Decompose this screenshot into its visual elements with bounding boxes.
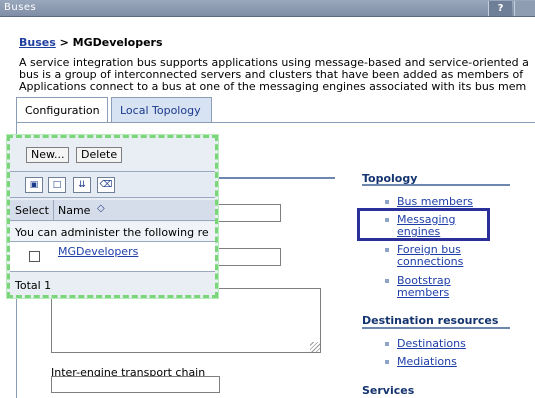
bullet-icon — [385, 200, 389, 204]
delete-button[interactable]: Delete — [76, 147, 123, 163]
bus-members-link[interactable]: Bus members — [397, 196, 473, 208]
section-divider — [212, 177, 335, 179]
expand-filter-icon[interactable]: ⇊ — [73, 177, 91, 193]
foreign-bus-connections-link[interactable]: Foreign bus connections — [397, 244, 463, 268]
bullet-icon — [385, 360, 389, 364]
destinations-link[interactable]: Destinations — [397, 338, 466, 350]
new-button[interactable]: New... — [26, 147, 70, 163]
bullet-icon — [385, 342, 389, 346]
services-heading: Services — [362, 384, 415, 397]
bus-description: A service integration bus supports appli… — [19, 57, 535, 93]
tab-configuration[interactable]: Configuration — [16, 97, 108, 123]
mediations-link[interactable]: Mediations — [397, 356, 457, 368]
admin-note: You can administer the following re — [10, 222, 215, 242]
table-toolbar: ▣ □ ⇊ ⌫ — [10, 171, 215, 198]
topology-divider — [362, 184, 510, 186]
breadcrumb-separator: > — [55, 36, 73, 49]
clear-filter-icon[interactable]: ⌫ — [97, 177, 115, 193]
total-count: Total 1 — [15, 279, 52, 292]
select-column-header: Select — [15, 204, 49, 217]
breadcrumb-current: MGDevelopers — [72, 36, 163, 49]
select-all-icon[interactable]: ▣ — [25, 177, 43, 193]
tab-local-topology[interactable]: Local Topology — [111, 97, 212, 123]
bootstrap-members-link[interactable]: Bootstrap members — [397, 275, 451, 299]
maximize-button[interactable] — [514, 1, 535, 16]
transport-chain-field[interactable] — [51, 376, 220, 393]
breadcrumb-buses-link[interactable]: Buses — [19, 36, 56, 49]
deselect-all-icon[interactable]: □ — [48, 177, 66, 193]
destination-divider — [362, 327, 510, 329]
name-column-header[interactable]: Name — [58, 204, 90, 217]
help-button[interactable]: ? — [488, 1, 512, 16]
table-header: Select Name ◇ — [10, 200, 215, 221]
table-row: MGDevelopers — [10, 242, 215, 272]
sort-icon[interactable]: ◇ — [97, 203, 105, 214]
window-titlebar: Buses ? — [0, 0, 535, 17]
messaging-engines-highlight — [357, 208, 490, 241]
mgdevelopers-link[interactable]: MGDevelopers — [58, 245, 138, 258]
window-title: Buses — [4, 2, 37, 13]
breadcrumb: Buses > MGDevelopers — [19, 36, 163, 49]
bullet-icon — [385, 279, 389, 283]
destination-resources-heading: Destination resources — [362, 314, 499, 327]
bullet-icon — [385, 248, 389, 252]
column-divider — [53, 200, 54, 221]
row-checkbox[interactable] — [29, 251, 40, 262]
description-line: Applications connect to a bus at one of … — [19, 80, 527, 93]
name-field[interactable] — [212, 204, 281, 222]
uuid-field[interactable] — [212, 248, 281, 266]
bus-collection-popup: New... Delete ▣ □ ⇊ ⌫ Select Name ◇ You … — [7, 135, 218, 298]
textarea-resize-grip[interactable] — [310, 342, 320, 352]
